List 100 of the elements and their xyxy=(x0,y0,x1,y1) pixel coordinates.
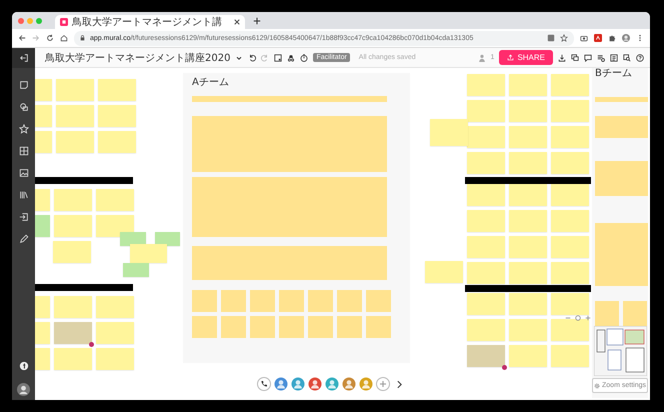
reload-icon[interactable] xyxy=(46,34,54,42)
puzzle-icon[interactable] xyxy=(608,34,616,42)
sticky-note[interactable] xyxy=(192,316,217,338)
sticky-note[interactable] xyxy=(509,210,547,232)
participant-avatar-icon[interactable] xyxy=(359,377,373,391)
sticky-note[interactable] xyxy=(509,236,547,258)
participant-avatar-icon[interactable] xyxy=(342,377,356,391)
sticky-note[interactable] xyxy=(467,293,505,315)
sticky-note[interactable] xyxy=(98,79,136,101)
sticky-note[interactable] xyxy=(56,105,94,127)
add-participant-icon[interactable] xyxy=(376,377,390,391)
sticky-note[interactable] xyxy=(35,189,50,211)
participant-avatar-icon[interactable] xyxy=(291,377,305,391)
sticky-note[interactable] xyxy=(551,74,589,96)
sticky-note[interactable] xyxy=(551,126,589,148)
profile-avatar-icon[interactable] xyxy=(622,34,630,42)
sticky-note-icon[interactable] xyxy=(18,80,28,90)
participant-avatar-icon[interactable] xyxy=(308,377,322,391)
sticky-note[interactable] xyxy=(430,119,468,146)
grid-icon[interactable] xyxy=(18,146,28,156)
phone-icon[interactable] xyxy=(257,377,271,391)
sticky-note[interactable] xyxy=(308,290,333,312)
redo-icon[interactable] xyxy=(261,54,270,62)
image-icon[interactable] xyxy=(18,168,28,178)
camera-icon[interactable] xyxy=(580,34,588,42)
sticky-note[interactable] xyxy=(221,290,246,312)
sticky-note[interactable] xyxy=(509,74,547,96)
sticky-note[interactable] xyxy=(98,131,136,153)
sticky-note[interactable] xyxy=(35,296,50,318)
sticky-note[interactable] xyxy=(35,322,50,344)
library-icon[interactable] xyxy=(18,190,28,200)
user-avatar-icon[interactable] xyxy=(17,383,30,396)
sticky-note[interactable] xyxy=(623,301,647,327)
sticky-note[interactable] xyxy=(123,263,149,277)
text-block[interactable] xyxy=(192,96,387,102)
sticky-note[interactable] xyxy=(98,105,136,127)
sticky-note[interactable] xyxy=(509,319,547,341)
sticky-note[interactable] xyxy=(551,262,589,284)
pen-icon[interactable] xyxy=(18,234,28,244)
pdf-extension-icon[interactable] xyxy=(594,34,602,42)
sticky-note[interactable] xyxy=(250,316,275,338)
sticky-note[interactable] xyxy=(96,215,134,237)
sticky-note[interactable] xyxy=(467,262,505,284)
back-arrow-icon[interactable] xyxy=(18,34,26,42)
participant-avatar-icon[interactable] xyxy=(325,377,339,391)
text-block[interactable] xyxy=(595,97,648,102)
sticky-note[interactable] xyxy=(467,236,505,258)
sticky-note[interactable] xyxy=(35,105,52,127)
sticky-note[interactable] xyxy=(96,189,134,211)
sticky-note[interactable] xyxy=(551,184,589,206)
sticky-note[interactable] xyxy=(366,290,391,312)
mural-title[interactable]: 鳥取大学アートマネージメント講座2020 xyxy=(45,50,230,64)
sticky-note[interactable] xyxy=(54,296,92,318)
sticky-note[interactable] xyxy=(35,79,52,101)
text-block[interactable] xyxy=(192,246,387,280)
comments-icon[interactable] xyxy=(571,54,579,62)
text-block[interactable] xyxy=(595,161,648,196)
sticky-note[interactable] xyxy=(467,74,505,96)
sticky-note[interactable] xyxy=(467,210,505,232)
zoom-slider-icon[interactable] xyxy=(575,315,581,321)
sticky-note[interactable] xyxy=(53,241,91,263)
sticky-note[interactable] xyxy=(120,232,146,246)
sticky-note[interactable] xyxy=(509,152,547,174)
sticky-note[interactable] xyxy=(467,126,505,148)
sticky-note[interactable] xyxy=(551,152,589,174)
sticky-note[interactable] xyxy=(56,79,94,101)
star-icon[interactable] xyxy=(560,34,568,42)
help-icon[interactable] xyxy=(636,54,644,62)
sticky-note[interactable] xyxy=(35,131,52,153)
close-icon[interactable] xyxy=(234,19,240,25)
text-block[interactable] xyxy=(192,116,387,172)
download-icon[interactable] xyxy=(558,54,566,62)
sticky-note[interactable] xyxy=(467,319,505,341)
close-window-icon[interactable] xyxy=(18,18,24,24)
sticky-note[interactable] xyxy=(337,316,362,338)
sticky-note[interactable] xyxy=(509,293,547,315)
sticky-note[interactable] xyxy=(130,244,167,263)
sticky-note[interactable] xyxy=(155,232,180,246)
share-button[interactable]: SHARE xyxy=(499,50,553,65)
chevron-right-icon[interactable] xyxy=(397,380,402,388)
exit-icon[interactable] xyxy=(18,53,28,63)
zoom-in-icon[interactable] xyxy=(585,315,591,321)
sticky-note[interactable] xyxy=(337,290,362,312)
sticky-note[interactable] xyxy=(509,100,547,122)
minimap-drawing[interactable] xyxy=(594,326,647,376)
browser-tab[interactable]: 鳥取大学アートマネージメント講 xyxy=(55,15,245,29)
sticky-note[interactable] xyxy=(96,296,134,318)
sticky-note[interactable] xyxy=(279,290,304,312)
sticky-note[interactable] xyxy=(308,316,333,338)
outline-icon[interactable] xyxy=(610,54,618,62)
sticky-note[interactable] xyxy=(509,262,547,284)
text-block[interactable] xyxy=(192,177,387,237)
home-icon[interactable] xyxy=(60,34,68,42)
text-block[interactable] xyxy=(595,116,648,138)
sticky-note[interactable] xyxy=(425,261,463,283)
comment-badge-icon[interactable] xyxy=(502,365,507,370)
search-icon[interactable] xyxy=(623,54,631,62)
sticky-note[interactable] xyxy=(551,345,589,367)
incognito-icon[interactable] xyxy=(287,54,296,62)
sticky-note[interactable] xyxy=(551,100,589,122)
